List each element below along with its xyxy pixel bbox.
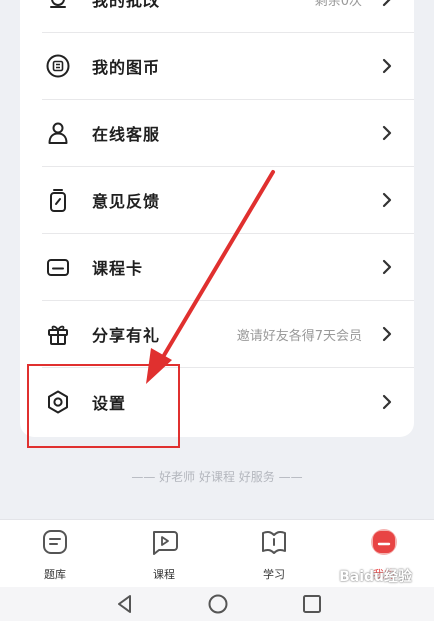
chevron-right-icon bbox=[376, 323, 398, 345]
annotation-highlight-box bbox=[27, 364, 180, 448]
coin-icon bbox=[44, 52, 72, 80]
card-icon bbox=[44, 253, 72, 281]
book-icon bbox=[259, 528, 289, 560]
menu-item-label: 分享有礼 bbox=[92, 326, 161, 345]
menu-item-label: 在线客服 bbox=[92, 125, 161, 144]
menu-item-course-card[interactable]: 课程卡 bbox=[42, 234, 414, 301]
menu-item-label: 课程卡 bbox=[92, 259, 144, 278]
feedback-icon bbox=[44, 186, 72, 214]
profile-icon bbox=[369, 528, 399, 560]
menu-item-label: 我的批改 bbox=[92, 0, 161, 10]
menu-item-hint: 剩余0次 bbox=[314, 0, 362, 9]
chevron-right-icon bbox=[376, 391, 398, 413]
slogan-text: —— 好老师 好课程 好服务 —— bbox=[131, 470, 303, 484]
system-nav-bar bbox=[0, 587, 434, 621]
home-icon[interactable] bbox=[207, 593, 229, 619]
menu-item-label: 意见反馈 bbox=[92, 192, 161, 211]
tab-study[interactable]: 学习 bbox=[239, 528, 309, 582]
baidu-watermark: Baidu经验 bbox=[339, 569, 412, 585]
chevron-right-icon bbox=[376, 122, 398, 144]
chevron-right-icon bbox=[376, 256, 398, 278]
menu-item-hint: 邀请好友各得7天会员 bbox=[236, 328, 362, 344]
menu-item-label: 我的图币 bbox=[92, 58, 161, 77]
tab-label: 课程 bbox=[153, 568, 175, 581]
customer-service-icon bbox=[44, 119, 72, 147]
correction-icon bbox=[44, 0, 72, 13]
menu-item-online-service[interactable]: 在线客服 bbox=[42, 100, 414, 167]
menu-item-my-coins[interactable]: 我的图币 bbox=[42, 33, 414, 100]
tab-question-bank[interactable]: 题库 bbox=[20, 528, 90, 582]
back-icon[interactable] bbox=[115, 593, 135, 619]
menu-item-share-gift[interactable]: 分享有礼 邀请好友各得7天会员 bbox=[42, 301, 414, 368]
play-icon bbox=[149, 528, 179, 560]
menu-item-my-corrections[interactable]: 我的批改 剩余0次 bbox=[42, 0, 414, 33]
chevron-right-icon bbox=[376, 0, 398, 10]
tab-label: 学习 bbox=[263, 568, 285, 581]
recents-icon[interactable] bbox=[302, 593, 322, 619]
tab-label: 题库 bbox=[44, 568, 66, 581]
gift-icon bbox=[44, 320, 72, 348]
chevron-right-icon bbox=[376, 55, 398, 77]
question-bank-icon bbox=[41, 528, 69, 560]
tab-courses[interactable]: 课程 bbox=[129, 528, 199, 582]
chevron-right-icon bbox=[376, 189, 398, 211]
menu-item-feedback[interactable]: 意见反馈 bbox=[42, 167, 414, 234]
